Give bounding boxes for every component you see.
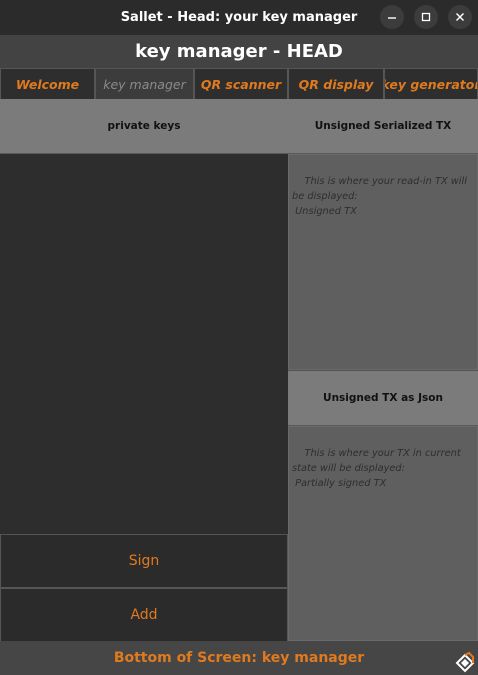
tab-qr-display[interactable]: QR display <box>288 68 384 99</box>
unsigned-tx-json-header: Unsigned TX as Json <box>288 371 478 426</box>
maximize-button[interactable] <box>414 5 438 29</box>
page-title-text: key manager - HEAD <box>135 41 343 62</box>
tab-welcome-label: Welcome <box>15 76 80 92</box>
tab-bar: Welcome key manager QR scanner QR displa… <box>0 68 478 99</box>
private-keys-header: private keys <box>0 99 288 154</box>
tx-json-placeholder: This is where your TX in current state w… <box>292 448 461 489</box>
tab-key-manager-label: key manager <box>103 76 186 92</box>
tab-welcome[interactable]: Welcome <box>0 68 95 99</box>
tab-qr-scanner[interactable]: QR scanner <box>194 68 288 99</box>
close-icon <box>456 13 464 21</box>
close-button[interactable] <box>448 5 472 29</box>
add-button-label: Add <box>130 607 158 623</box>
transaction-panel: Unsigned Serialized TX This is where you… <box>288 99 478 641</box>
add-button[interactable]: Add <box>0 588 288 642</box>
unsigned-tx-json-header-label: Unsigned TX as Json <box>323 392 443 404</box>
minimize-button[interactable] <box>380 5 404 29</box>
window-titlebar[interactable]: Sallet - Head: your key manager <box>0 0 478 35</box>
kivy-logo-icon <box>455 651 475 673</box>
footer-label: Bottom of Screen: key manager <box>113 650 365 666</box>
private-keys-panel: private keys Sign Add <box>0 99 288 642</box>
unsigned-serialized-tx-header: Unsigned Serialized TX <box>288 99 478 154</box>
unsigned-serialized-tx-header-label: Unsigned Serialized TX <box>314 120 452 132</box>
tab-qr-display-label: QR display <box>298 76 374 92</box>
sign-button[interactable]: Sign <box>0 534 288 588</box>
sign-button-label: Sign <box>128 553 160 569</box>
minimize-icon <box>388 17 396 19</box>
tab-key-generator-label: key generator <box>384 76 478 92</box>
unsigned-tx-textarea[interactable]: This is where your read-in TX will be di… <box>288 154 478 370</box>
tx-json-textarea[interactable]: This is where your TX in current state w… <box>288 426 478 641</box>
maximize-icon <box>421 12 431 22</box>
tab-key-generator[interactable]: key generator <box>384 68 478 99</box>
footer-bar: Bottom of Screen: key manager <box>0 641 478 675</box>
window-controls <box>380 5 472 29</box>
unsigned-tx-placeholder: This is where your read-in TX will be di… <box>292 176 467 217</box>
private-keys-list[interactable] <box>0 154 288 534</box>
page-title: key manager - HEAD <box>0 35 478 68</box>
tab-key-manager[interactable]: key manager <box>95 68 194 99</box>
window-title: Sallet - Head: your key manager <box>120 10 358 25</box>
private-keys-header-label: private keys <box>107 120 181 132</box>
tab-qr-scanner-label: QR scanner <box>200 76 282 92</box>
